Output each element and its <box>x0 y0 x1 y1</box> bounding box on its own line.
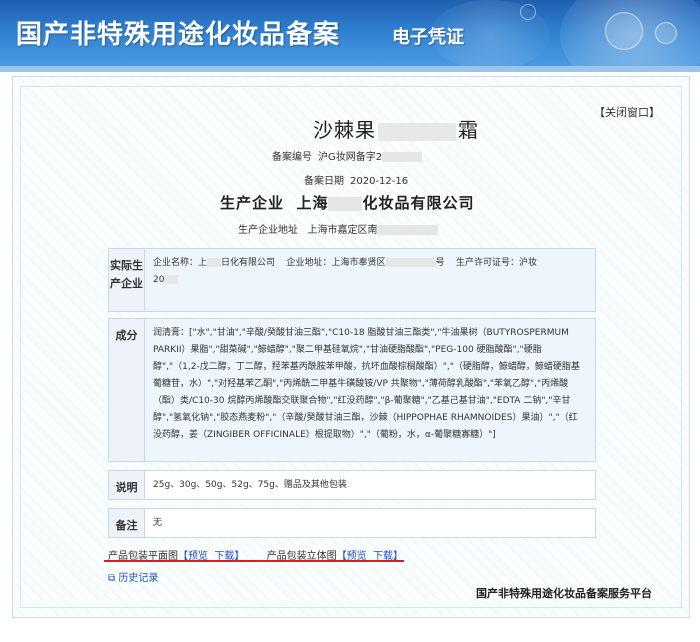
record-number-value: 沪G妆网备字2 <box>318 152 383 163</box>
redacted-block <box>382 152 423 162</box>
producer-address: 生产企业地址 上海市嘉定区南 <box>238 221 438 236</box>
record-date: 备案日期 2020-12-16 <box>304 172 408 187</box>
annotation-underline <box>104 560 404 562</box>
actual-producer-name-value: 日化有限公司 <box>221 258 276 268</box>
banner-title: 国产非特殊用途化妆品备案 <box>16 20 341 50</box>
producer-company-suffix: 化妆品有限公司 <box>362 194 475 212</box>
actual-producer-box: 实际生产企业 企业名称：上 日化有限公司 企业地址：上海市奉贤区 号 生产许可证号：… <box>108 248 596 312</box>
redacted-block <box>378 122 456 141</box>
actual-producer-content: 企业名称：上 日化有限公司 企业地址：上海市奉贤区 号 生产许可证号：沪妆 20 <box>153 255 585 289</box>
record-number: 备案编号 沪G妆网备字2 <box>272 148 423 163</box>
close-window-link[interactable]: 【关闭窗口】 <box>594 104 660 120</box>
molecule-decoration <box>520 4 536 20</box>
header-banner: 国产非特殊用途化妆品备案 电子凭证 <box>0 0 700 66</box>
producer-address-label: 生产企业地址 <box>238 225 298 236</box>
remarks-box: 备注 无 <box>108 508 596 538</box>
redacted-block <box>385 258 436 267</box>
actual-producer-name-label: 企业名称：上 <box>153 258 208 268</box>
molecule-decoration <box>605 12 643 50</box>
record-number-label: 备案编号 <box>272 152 312 163</box>
redacted-block <box>207 258 222 267</box>
product-name-suffix: 霜 <box>458 118 479 142</box>
footer-organization: 国产非特殊用途化妆品备案服务平台 <box>476 587 652 600</box>
description-label: 说明 <box>109 471 145 499</box>
product-name: 沙棘果 霜 <box>313 114 479 143</box>
remarks-text: 无 <box>153 518 163 528</box>
producer-address-value: 上海市嘉定区南 <box>307 225 378 236</box>
redacted-block <box>328 196 363 211</box>
record-date-label: 备案日期 <box>304 176 344 187</box>
redacted-block <box>377 225 438 235</box>
ingredients-label: 成分 <box>109 319 145 461</box>
actual-producer-label: 实际生产企业 <box>109 249 145 311</box>
description-box: 说明 25g、30g、50g、52g、75g、赠品及其他包装 <box>108 470 596 500</box>
header-divider <box>0 66 700 72</box>
ingredients-box: 成分 润清膏：["水","甘油","辛酸/癸酸甘油三酯","C10-18 脂酸甘… <box>108 318 596 462</box>
producer-company: 生产企业 上海 化妆品有限公司 <box>220 192 475 213</box>
molecule-decoration <box>655 22 677 44</box>
remarks-label: 备注 <box>109 509 145 537</box>
producer-company-prefix: 上海 <box>296 194 329 212</box>
license-value: 20 <box>153 275 165 285</box>
redacted-block <box>164 275 179 284</box>
description-text: 25g、30g、50g、52g、75g、赠品及其他包装 <box>153 480 347 490</box>
license-label: 生产许可证号：沪妆 <box>455 258 537 268</box>
banner-subtitle: 电子凭证 <box>392 27 464 48</box>
history-link[interactable]: ⧉ 历史记录 <box>108 569 158 584</box>
record-date-value: 2020-12-16 <box>350 176 409 187</box>
history-icon: ⧉ <box>108 573 116 584</box>
actual-producer-address-suffix: 号 <box>435 258 445 268</box>
product-name-prefix: 沙棘果 <box>313 118 376 142</box>
actual-producer-address-label: 企业地址：上海市奉贤区 <box>286 258 386 268</box>
producer-company-label: 生产企业 <box>220 194 285 212</box>
history-label: 历史记录 <box>118 573 159 584</box>
ingredients-text: 润清膏：["水","甘油","辛酸/癸酸甘油三酯","C10-18 脂酸甘油三酯… <box>153 328 580 440</box>
